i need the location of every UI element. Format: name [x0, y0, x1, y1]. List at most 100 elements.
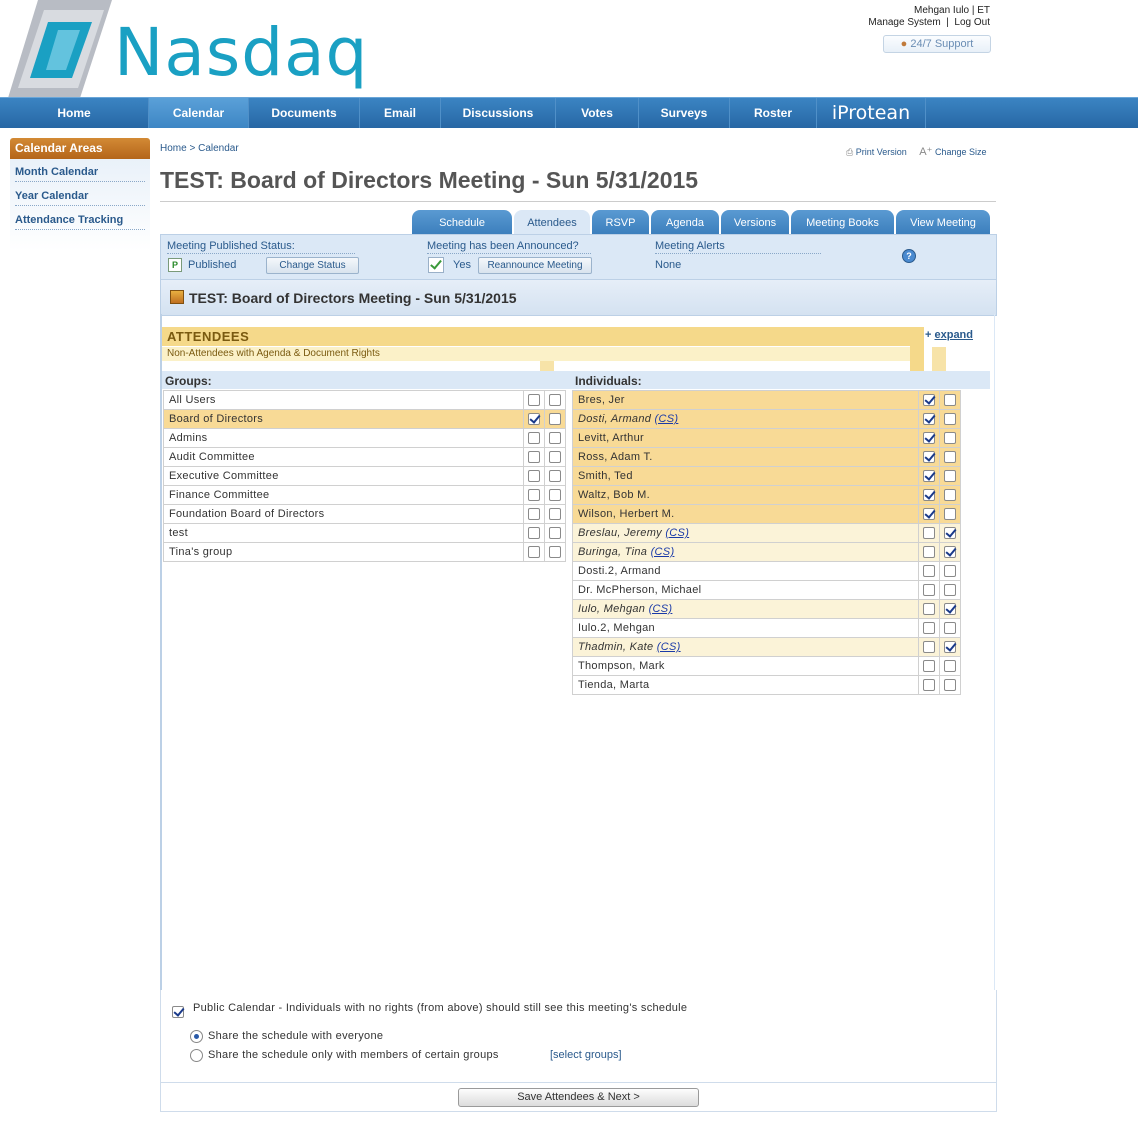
- cs-link[interactable]: (CS): [665, 527, 689, 539]
- individual-rights-checkbox[interactable]: [944, 584, 956, 597]
- nav-calendar[interactable]: Calendar: [149, 98, 249, 128]
- manage-system-link[interactable]: Manage System: [868, 17, 940, 28]
- support-button[interactable]: ● 24/7 Support: [883, 35, 991, 53]
- print-version-link[interactable]: Print Version: [856, 147, 907, 157]
- individual-attendee-checkbox[interactable]: [923, 679, 935, 692]
- individual-attendee-checkbox[interactable]: [923, 432, 935, 445]
- individual-rights-checkbox[interactable]: [944, 451, 956, 464]
- individual-attendee-checkbox[interactable]: [923, 451, 935, 464]
- group-attendee-checkbox[interactable]: [528, 489, 540, 502]
- individual-rights-checkbox[interactable]: [944, 432, 956, 445]
- breadcrumb-current[interactable]: Calendar: [198, 143, 239, 154]
- group-attendee-checkbox[interactable]: [528, 527, 540, 540]
- group-rights-checkbox[interactable]: [549, 432, 561, 445]
- group-row: All Users: [163, 390, 566, 410]
- individual-rights-checkbox[interactable]: [944, 394, 956, 407]
- individual-attendee-checkbox[interactable]: [923, 603, 935, 616]
- individual-attendee-checkbox[interactable]: [923, 470, 935, 483]
- group-attendee-checkbox[interactable]: [528, 508, 540, 521]
- individual-attendee-checkbox[interactable]: [923, 489, 935, 502]
- individual-rights-checkbox[interactable]: [944, 679, 956, 692]
- select-groups-link[interactable]: [select groups]: [550, 1049, 622, 1061]
- group-rights-checkbox[interactable]: [549, 546, 561, 559]
- public-calendar-checkbox[interactable]: [172, 1005, 184, 1018]
- cs-link[interactable]: (CS): [649, 603, 673, 615]
- individual-attendee-checkbox[interactable]: [923, 565, 935, 578]
- individual-rights-checkbox[interactable]: [944, 527, 956, 540]
- group-rights-checkbox[interactable]: [549, 451, 561, 464]
- group-attendee-checkbox[interactable]: [528, 451, 540, 464]
- individual-rights-checkbox[interactable]: [944, 660, 956, 673]
- nav-documents[interactable]: Documents: [249, 98, 360, 128]
- expand-link[interactable]: + expand: [925, 329, 973, 341]
- tab-rsvp[interactable]: RSVP: [592, 210, 649, 234]
- group-rights-checkbox[interactable]: [549, 470, 561, 483]
- nav-home[interactable]: Home: [0, 98, 149, 128]
- individual-rights-checkbox[interactable]: [944, 603, 956, 616]
- group-attendee-checkbox[interactable]: [528, 432, 540, 445]
- individual-rights-checkbox[interactable]: [944, 641, 956, 654]
- group-attendee-checkbox[interactable]: [528, 546, 540, 559]
- individual-attendee-checkbox[interactable]: [923, 584, 935, 597]
- individual-attendee-cell: [918, 675, 940, 695]
- cs-link[interactable]: (CS): [657, 641, 681, 653]
- nav-iprotean-brand[interactable]: iProtean: [817, 98, 926, 128]
- individual-attendee-checkbox[interactable]: [923, 527, 935, 540]
- cs-link[interactable]: (CS): [651, 546, 675, 558]
- change-size-link[interactable]: Change Size: [935, 147, 987, 157]
- group-attendee-checkbox[interactable]: [528, 413, 540, 426]
- individual-name: Dosti, Armand: [578, 413, 652, 425]
- tab-agenda[interactable]: Agenda: [651, 210, 719, 234]
- sidebar-item-month-calendar[interactable]: Month Calendar: [15, 162, 145, 182]
- nav-discussions[interactable]: Discussions: [441, 98, 556, 128]
- individual-rights-checkbox[interactable]: [944, 508, 956, 521]
- nav-surveys[interactable]: Surveys: [639, 98, 730, 128]
- group-rights-checkbox[interactable]: [549, 489, 561, 502]
- individual-rights-checkbox[interactable]: [944, 413, 956, 426]
- group-row: Executive Committee: [163, 466, 566, 486]
- nav-roster[interactable]: Roster: [730, 98, 817, 128]
- help-icon[interactable]: ?: [902, 249, 916, 263]
- log-out-link[interactable]: Log Out: [954, 17, 990, 28]
- individual-attendee-checkbox[interactable]: [923, 508, 935, 521]
- tab-view-meeting[interactable]: View Meeting: [896, 210, 990, 234]
- individual-attendee-checkbox[interactable]: [923, 413, 935, 426]
- user-name[interactable]: Mehgan Iulo: [914, 5, 969, 16]
- tab-schedule[interactable]: Schedule: [412, 210, 512, 234]
- individual-attendee-checkbox[interactable]: [923, 394, 935, 407]
- group-rights-checkbox[interactable]: [549, 527, 561, 540]
- individual-attendee-cell: [918, 656, 940, 676]
- group-attendee-checkbox[interactable]: [528, 394, 540, 407]
- individual-attendee-checkbox[interactable]: [923, 622, 935, 635]
- timezone[interactable]: ET: [977, 5, 990, 16]
- individual-rights-checkbox[interactable]: [944, 470, 956, 483]
- individual-rights-checkbox[interactable]: [944, 622, 956, 635]
- breadcrumb-home[interactable]: Home: [160, 143, 187, 154]
- individual-rights-checkbox[interactable]: [944, 565, 956, 578]
- sidebar-item-year-calendar[interactable]: Year Calendar: [15, 186, 145, 206]
- tab-versions[interactable]: Versions: [721, 210, 789, 234]
- change-status-button[interactable]: Change Status: [266, 257, 359, 274]
- individual-rights-cell: [939, 580, 961, 600]
- tab-attendees[interactable]: Attendees: [514, 210, 590, 234]
- nav-email[interactable]: Email: [360, 98, 441, 128]
- nav-votes[interactable]: Votes: [556, 98, 639, 128]
- individual-attendee-checkbox[interactable]: [923, 546, 935, 559]
- group-rights-checkbox[interactable]: [549, 508, 561, 521]
- group-rights-checkbox[interactable]: [549, 413, 561, 426]
- sidebar-item-attendance-tracking[interactable]: Attendance Tracking: [15, 210, 145, 230]
- reannounce-meeting-button[interactable]: Reannounce Meeting: [478, 257, 592, 274]
- individual-attendee-checkbox[interactable]: [923, 660, 935, 673]
- individual-row: Buringa, Tina (CS): [572, 542, 961, 562]
- save-attendees-next-button[interactable]: Save Attendees & Next >: [458, 1088, 699, 1107]
- individual-rights-checkbox[interactable]: [944, 546, 956, 559]
- group-attendee-checkbox[interactable]: [528, 470, 540, 483]
- individual-rights-checkbox[interactable]: [944, 489, 956, 502]
- individual-attendee-checkbox[interactable]: [923, 641, 935, 654]
- tab-meeting-books[interactable]: Meeting Books: [791, 210, 894, 234]
- share-groups-radio[interactable]: [190, 1049, 203, 1062]
- group-rights-checkbox[interactable]: [549, 394, 561, 407]
- cs-link[interactable]: (CS): [655, 413, 679, 425]
- share-everyone-radio[interactable]: [190, 1030, 203, 1043]
- individual-name-cell: Breslau, Jeremy (CS): [572, 523, 919, 543]
